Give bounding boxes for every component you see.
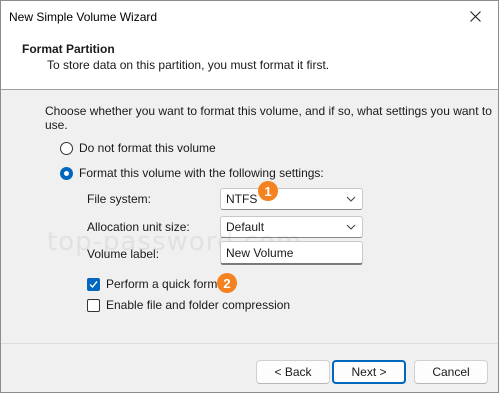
compression-checkbox[interactable] bbox=[87, 298, 100, 312]
close-button[interactable] bbox=[452, 1, 498, 32]
quick-format-checkbox-row[interactable]: Perform a quick format bbox=[87, 277, 227, 291]
page-subtitle: To store data on this partition, you mus… bbox=[47, 58, 330, 72]
checkmark-icon bbox=[89, 280, 98, 288]
radio-button-selected[interactable] bbox=[60, 166, 73, 180]
cancel-button[interactable]: Cancel bbox=[414, 360, 488, 384]
volume-label-label: Volume label: bbox=[87, 247, 160, 261]
radio-label: Do not format this volume bbox=[79, 141, 216, 155]
back-button[interactable]: < Back bbox=[256, 360, 330, 384]
next-button[interactable]: Next > bbox=[332, 360, 406, 384]
chevron-down-icon bbox=[346, 196, 356, 202]
close-icon bbox=[469, 11, 481, 22]
chevron-down-icon bbox=[346, 224, 356, 230]
radio-button[interactable] bbox=[60, 141, 73, 155]
title-bar: New Simple Volume Wizard bbox=[1, 1, 498, 32]
intro-text: Choose whether you want to format this v… bbox=[45, 104, 492, 132]
quick-format-checkbox[interactable] bbox=[87, 277, 100, 291]
volume-label-input[interactable]: New Volume bbox=[220, 241, 363, 265]
compression-checkbox-row[interactable]: Enable file and folder compression bbox=[87, 298, 290, 312]
wizard-header: Format Partition To store data on this p… bbox=[1, 32, 498, 90]
volume-label-value: New Volume bbox=[226, 245, 294, 260]
file-system-dropdown[interactable]: NTFS bbox=[220, 188, 363, 210]
step-badge-2: 2 bbox=[217, 273, 237, 293]
compression-label: Enable file and folder compression bbox=[106, 298, 291, 312]
step-badge-1: 1 bbox=[258, 181, 278, 201]
quick-format-label: Perform a quick format bbox=[106, 277, 228, 291]
radio-format-volume[interactable]: Format this volume with the following se… bbox=[60, 166, 324, 180]
footer-divider bbox=[1, 343, 498, 344]
radio-label: Format this volume with the following se… bbox=[79, 166, 324, 180]
file-system-label: File system: bbox=[87, 192, 152, 206]
radio-do-not-format[interactable]: Do not format this volume bbox=[60, 141, 216, 155]
page-title: Format Partition bbox=[22, 42, 115, 56]
file-system-value: NTFS bbox=[226, 192, 258, 206]
window-title: New Simple Volume Wizard bbox=[9, 10, 158, 24]
wizard-window: New Simple Volume Wizard Format Partitio… bbox=[0, 0, 499, 393]
